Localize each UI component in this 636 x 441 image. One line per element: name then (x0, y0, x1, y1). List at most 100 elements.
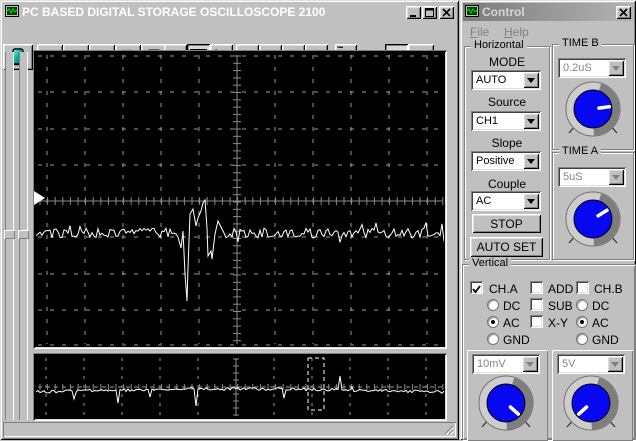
minimize-button[interactable] (406, 5, 421, 19)
ch-b-dc-label: DC (592, 299, 610, 313)
vertical-group: Vertical CH.A ADD CH.B DC SUB DC AC X-Y … (462, 257, 636, 441)
ch-a-volts-dropdown-button[interactable] (522, 356, 538, 372)
sub-checkbox[interactable] (530, 298, 543, 311)
ch-a-dc-label: DC (503, 299, 521, 313)
main-scope-plot (36, 55, 444, 346)
control-close-button[interactable] (616, 5, 631, 19)
stop-button[interactable]: STOP (472, 214, 541, 233)
mode-label: MODE (489, 55, 525, 69)
mode-dropdown-button[interactable] (523, 72, 539, 88)
couple-dropdown-button[interactable] (523, 193, 539, 209)
auto-set-button-label: AUTO SET (476, 240, 537, 254)
mode-value: AUTO (476, 74, 507, 86)
main-window: PC BASED DIGITAL STORAGE OSCILLOSCOPE 21… (0, 0, 459, 440)
horizontal-group: Horizontal MODE AUTO Source CH1 Slope Po… (464, 39, 550, 260)
minimize-icon (409, 14, 416, 17)
close-button[interactable] (439, 5, 454, 19)
control-titlebar[interactable]: Control (463, 3, 633, 21)
chevron-down-icon (527, 77, 535, 87)
add-checkbox[interactable] (530, 281, 543, 294)
ch-b-knob[interactable] (559, 375, 623, 440)
time-a-select[interactable]: 5uS (558, 167, 626, 187)
control-window-title: Control (482, 5, 525, 19)
chevron-down-icon (612, 65, 620, 75)
close-icon (442, 7, 451, 17)
chevron-down-icon (527, 158, 535, 168)
ch-b-volts-dropdown-button[interactable] (607, 356, 623, 372)
ch-a-dc-radio[interactable] (487, 299, 499, 311)
time-b-group-label: TIME B (559, 37, 602, 49)
slope-dropdown-button[interactable] (523, 153, 539, 169)
ch-b-ac-label: AC (592, 316, 609, 330)
ch-b-gnd-radio[interactable] (576, 333, 588, 345)
source-label: Source (487, 95, 527, 109)
source-select[interactable]: CH1 (471, 111, 541, 131)
status-bar (3, 422, 456, 437)
zoom-scope-plot (36, 357, 444, 416)
source-dropdown-button[interactable] (523, 113, 539, 129)
app-icon (5, 4, 19, 21)
ch-a-ac-radio[interactable] (487, 316, 499, 328)
ch-a-checkbox[interactable] (470, 281, 483, 294)
ch-b-dc-radio[interactable] (576, 299, 588, 311)
vertical-group-label: Vertical (469, 257, 512, 269)
ch-b-volts-select[interactable]: 5V (557, 354, 625, 374)
time-b-select[interactable]: 0.2uS (558, 58, 626, 78)
control-window: Control File Help Horizontal MODE AUTO S… (460, 0, 636, 441)
menu-file[interactable]: File (470, 25, 489, 39)
time-a-value: 5uS (563, 171, 583, 183)
add-label: ADD (548, 282, 574, 296)
trigger-level-marker[interactable] (34, 191, 45, 205)
slider-thumb-ch-a[interactable] (4, 230, 15, 239)
ch-a-gnd-radio[interactable] (487, 333, 499, 345)
ch-b-gnd-label: GND (592, 333, 619, 347)
ch-a-volts-select[interactable]: 10mV (472, 354, 540, 374)
ch-b-panel: 5V (552, 350, 633, 441)
ch-b-checkbox[interactable] (576, 281, 589, 294)
mode-select[interactable]: AUTO (471, 70, 541, 90)
couple-value: AC (476, 195, 492, 207)
time-b-knob[interactable] (561, 81, 625, 146)
resize-grip[interactable] (442, 423, 454, 435)
control-app-icon (465, 4, 479, 21)
time-a-dropdown-button[interactable] (608, 169, 624, 185)
close-icon (619, 7, 628, 17)
time-a-group-label: TIME A (559, 145, 602, 157)
xy-checkbox[interactable] (530, 315, 543, 328)
time-a-group: TIME A 5uS (552, 145, 634, 260)
stop-button-label: STOP (490, 216, 523, 231)
ch-b-ac-radio[interactable] (576, 316, 588, 328)
desktop: PC BASED DIGITAL STORAGE OSCILLOSCOPE 21… (0, 0, 636, 441)
slope-value: Positive (476, 155, 515, 167)
check-icon (472, 285, 481, 294)
time-a-knob[interactable] (561, 191, 625, 256)
time-b-dropdown-button[interactable] (608, 60, 624, 76)
ch-a-panel: 10mV (467, 350, 548, 441)
slope-select[interactable]: Positive (471, 151, 541, 171)
ch-b-label: CH.B (594, 282, 623, 296)
chevron-down-icon (527, 198, 535, 208)
ch-a-gnd-label: GND (503, 333, 530, 347)
ch-a-ac-label: AC (503, 316, 520, 330)
auto-set-button[interactable]: AUTO SET (470, 237, 543, 257)
slope-label: Slope (491, 136, 523, 150)
time-b-group: TIME B 0.2uS (552, 37, 634, 150)
main-titlebar[interactable]: PC BASED DIGITAL STORAGE OSCILLOSCOPE 21… (3, 3, 456, 21)
source-value: CH1 (476, 115, 499, 127)
main-window-title: PC BASED DIGITAL STORAGE OSCILLOSCOPE 21… (22, 5, 326, 19)
ch-a-label: CH.A (489, 282, 518, 296)
maximize-button[interactable] (422, 5, 437, 19)
ch-a-knob[interactable] (474, 375, 538, 440)
time-b-value: 0.2uS (563, 62, 592, 74)
menu-help[interactable]: Help (504, 25, 529, 39)
slider-thumb-ch-b[interactable] (18, 230, 29, 239)
chevron-down-icon (526, 361, 534, 371)
couple-label: Couple (487, 177, 527, 191)
ch-b-volts-value: 5V (562, 358, 576, 370)
horizontal-group-label: Horizontal (471, 39, 527, 51)
couple-select[interactable]: AC (471, 191, 541, 211)
chevron-down-icon (527, 118, 535, 128)
ch-a-volts-value: 10mV (477, 358, 506, 370)
radio-dot (580, 320, 584, 324)
xy-label: X-Y (548, 316, 569, 330)
